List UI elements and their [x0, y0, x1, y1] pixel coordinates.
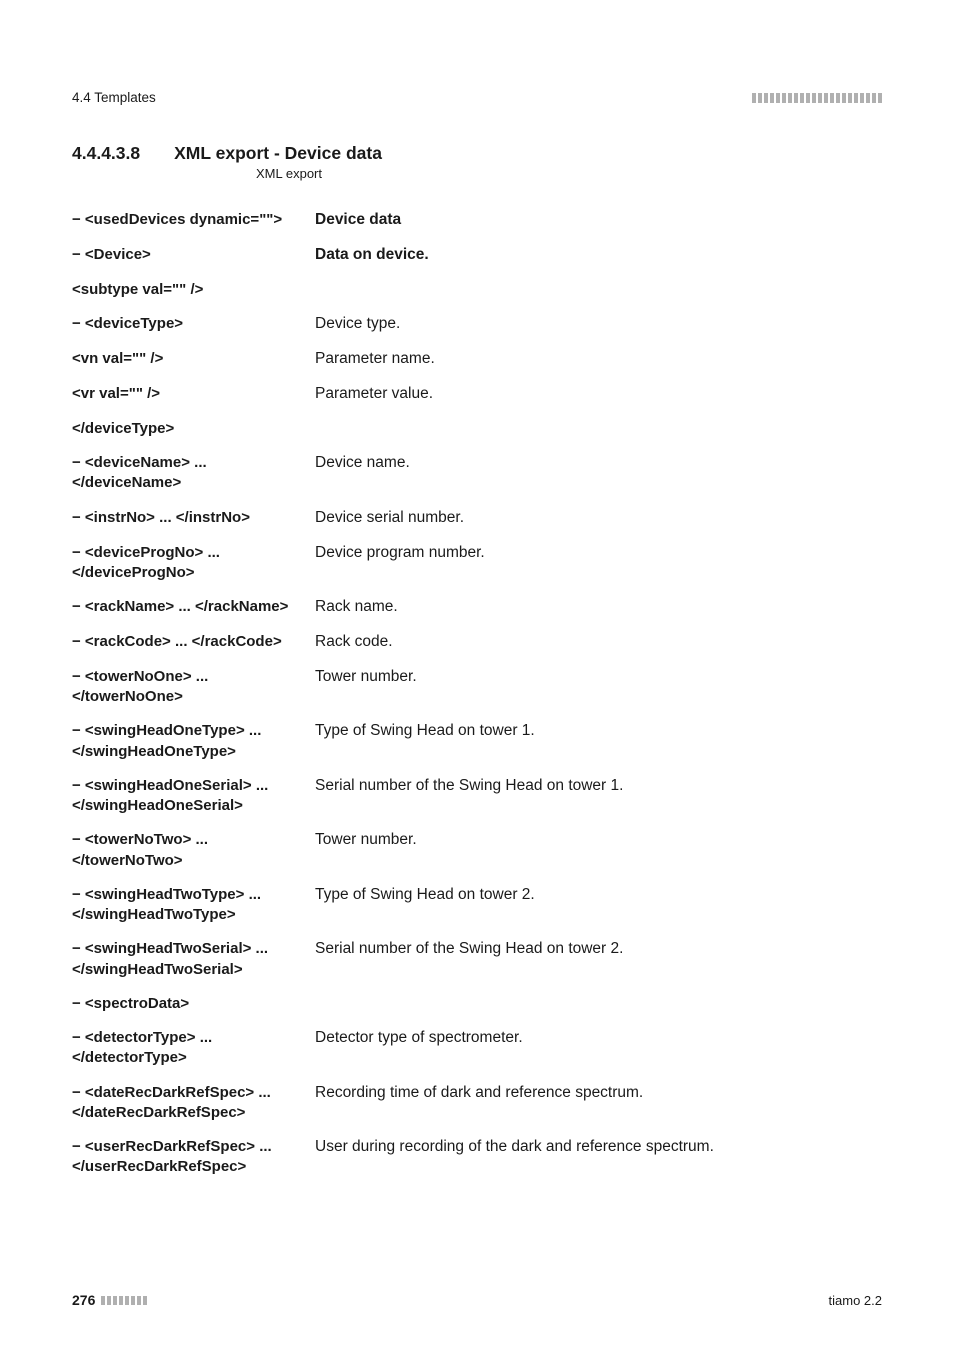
description-cell: Device serial number. — [315, 501, 882, 536]
description-cell: Device name. — [315, 446, 882, 501]
description-cell: Rack code. — [315, 625, 882, 660]
table-row: <subtype val="" /> — [72, 273, 882, 307]
table-row: − <swingHeadTwoType> ... </swingHeadTwoT… — [72, 878, 882, 933]
table-row: − <Device>Data on device. — [72, 238, 882, 273]
table-row: − <rackCode> ... </rackCode>Rack code. — [72, 625, 882, 660]
table-row: − <towerNoOne> ... </towerNoOne>Tower nu… — [72, 660, 882, 715]
xml-code-cell: − <rackName> ... </rackName> — [72, 590, 315, 625]
table-row: − <rackName> ... </rackName>Rack name. — [72, 590, 882, 625]
description-cell: User during recording of the dark and re… — [315, 1130, 882, 1185]
xml-code-cell: − <deviceType> — [72, 307, 315, 342]
description-cell — [315, 273, 882, 307]
xml-code-cell: − <deviceProgNo> ... </deviceProgNo> — [72, 536, 315, 591]
xml-code-cell: − <towerNoTwo> ... </towerNoTwo> — [72, 823, 315, 878]
description-cell: Serial number of the Swing Head on tower… — [315, 932, 882, 987]
description-cell: Type of Swing Head on tower 2. — [315, 878, 882, 933]
xml-code-cell: − <swingHeadTwoSerial> ... </swingHeadTw… — [72, 932, 315, 987]
table-row: − <deviceType>Device type. — [72, 307, 882, 342]
xml-code-cell: − <instrNo> ... </instrNo> — [72, 501, 315, 536]
description-cell: Recording time of dark and reference spe… — [315, 1076, 882, 1131]
description-cell: Rack name. — [315, 590, 882, 625]
table-row: − <usedDevices dynamic="">Device data — [72, 203, 882, 238]
xml-code-cell: − <swingHeadOneSerial> ... </swingHeadOn… — [72, 769, 315, 824]
footer-page-group: 276 — [72, 1292, 147, 1308]
xml-code-cell: − <rackCode> ... </rackCode> — [72, 625, 315, 660]
description-cell: Data on device. — [315, 238, 882, 273]
description-cell: Type of Swing Head on tower 1. — [315, 714, 882, 769]
description-cell: Device type. — [315, 307, 882, 342]
xml-definition-table: − <usedDevices dynamic="">Device data− <… — [72, 203, 882, 1185]
description-cell: Device program number. — [315, 536, 882, 591]
description-cell: Device data — [315, 203, 882, 238]
xml-code-cell: − <detectorType> ... </detectorType> — [72, 1021, 315, 1076]
table-row: <vn val="" />Parameter name. — [72, 342, 882, 377]
table-row: − <swingHeadTwoSerial> ... </swingHeadTw… — [72, 932, 882, 987]
xml-code-cell: − <swingHeadTwoType> ... </swingHeadTwoT… — [72, 878, 315, 933]
header-section-label: 4.4 Templates — [72, 90, 156, 105]
table-row: − <detectorType> ... </detectorType>Dete… — [72, 1021, 882, 1076]
description-cell: Detector type of spectrometer. — [315, 1021, 882, 1076]
section-title: XML export - Device data — [174, 143, 382, 164]
xml-code-cell: <subtype val="" /> — [72, 273, 315, 307]
page-number: 276 — [72, 1292, 95, 1308]
table-row: − <swingHeadOneSerial> ... </swingHeadOn… — [72, 769, 882, 824]
xml-code-cell: − <usedDevices dynamic=""> — [72, 203, 315, 238]
table-row: <vr val="" />Parameter value. — [72, 377, 882, 412]
xml-code-cell: − <swingHeadOneType> ... </swingHeadOneT… — [72, 714, 315, 769]
section-subtitle: XML export — [256, 166, 882, 181]
xml-code-cell: − <towerNoOne> ... </towerNoOne> — [72, 660, 315, 715]
description-cell — [315, 412, 882, 446]
table-row: − <deviceName> ... </deviceName>Device n… — [72, 446, 882, 501]
footer-decoration-bars — [101, 1296, 147, 1305]
section-heading: 4.4.4.3.8 XML export - Device data — [72, 143, 882, 164]
description-cell — [315, 987, 882, 1021]
xml-code-cell: <vr val="" /> — [72, 377, 315, 412]
table-row: − <spectroData> — [72, 987, 882, 1021]
page-footer: 276 tiamo 2.2 — [72, 1292, 882, 1308]
xml-code-cell: − <userRecDarkRefSpec> ... </userRecDark… — [72, 1130, 315, 1185]
description-cell: Serial number of the Swing Head on tower… — [315, 769, 882, 824]
table-row: − <towerNoTwo> ... </towerNoTwo>Tower nu… — [72, 823, 882, 878]
xml-code-cell: − <deviceName> ... </deviceName> — [72, 446, 315, 501]
table-row: − <userRecDarkRefSpec> ... </userRecDark… — [72, 1130, 882, 1185]
xml-code-cell: − <Device> — [72, 238, 315, 273]
footer-app-label: tiamo 2.2 — [829, 1293, 882, 1308]
table-row: − <swingHeadOneType> ... </swingHeadOneT… — [72, 714, 882, 769]
page-header: 4.4 Templates — [72, 90, 882, 105]
description-cell: Tower number. — [315, 823, 882, 878]
table-row: − <instrNo> ... </instrNo>Device serial … — [72, 501, 882, 536]
description-cell: Parameter value. — [315, 377, 882, 412]
xml-code-cell: <vn val="" /> — [72, 342, 315, 377]
header-decoration-bars — [752, 93, 882, 103]
xml-code-cell: </deviceType> — [72, 412, 315, 446]
xml-code-cell: − <spectroData> — [72, 987, 315, 1021]
table-row: − <deviceProgNo> ... </deviceProgNo>Devi… — [72, 536, 882, 591]
table-row: </deviceType> — [72, 412, 882, 446]
xml-code-cell: − <dateRecDarkRefSpec> ... </dateRecDark… — [72, 1076, 315, 1131]
description-cell: Tower number. — [315, 660, 882, 715]
table-row: − <dateRecDarkRefSpec> ... </dateRecDark… — [72, 1076, 882, 1131]
section-number: 4.4.4.3.8 — [72, 143, 140, 164]
description-cell: Parameter name. — [315, 342, 882, 377]
